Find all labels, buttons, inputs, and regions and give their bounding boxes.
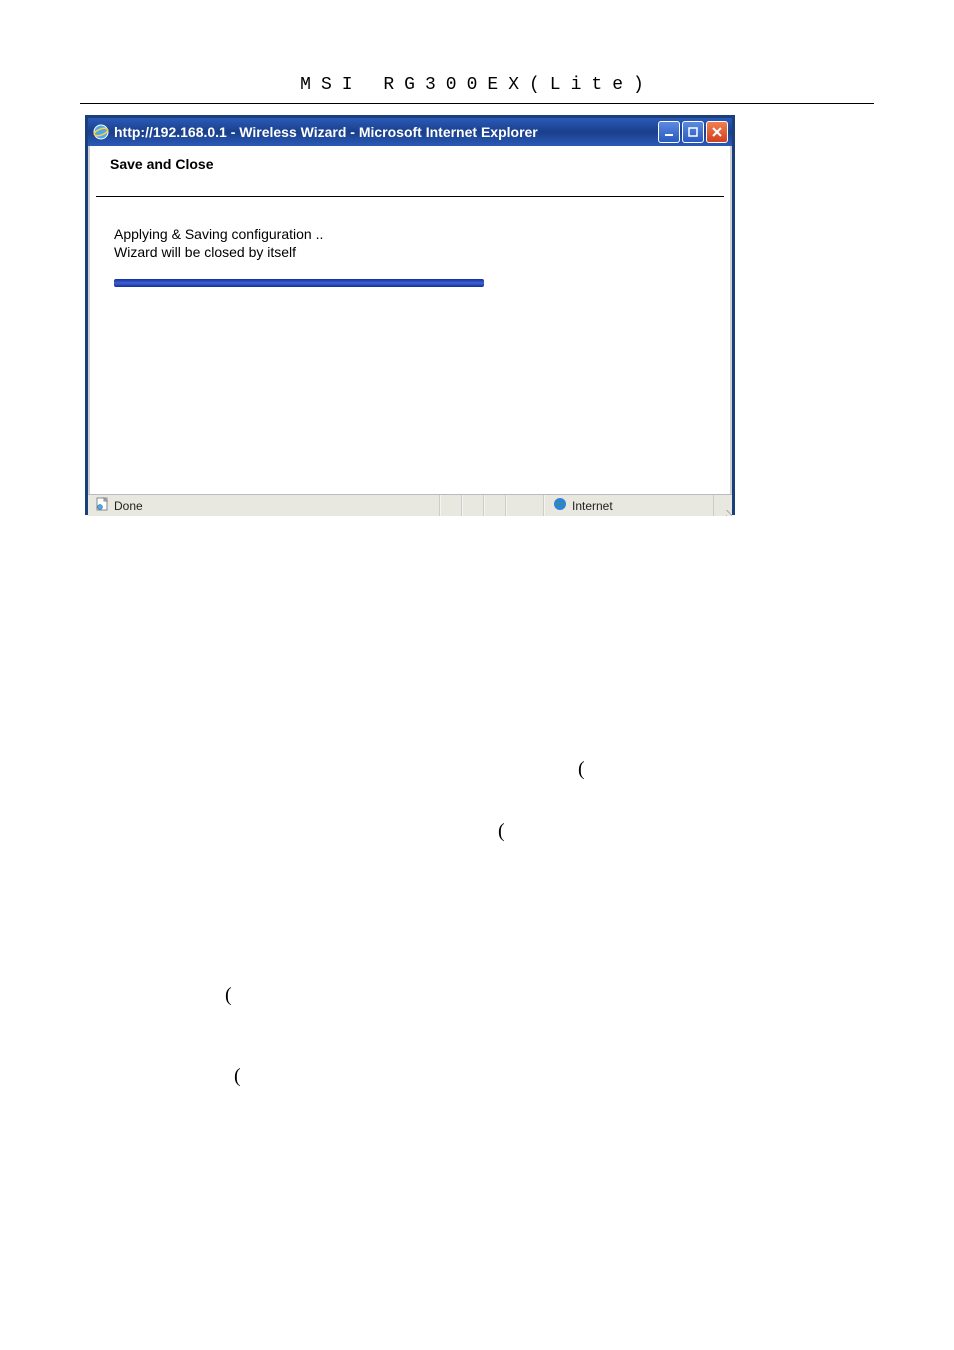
ie-icon [92, 123, 110, 141]
security-zone: Internet [544, 495, 714, 516]
window-statusbar: Done Internet [88, 494, 732, 516]
window-title: http://192.168.0.1 - Wireless Wizard - M… [114, 124, 654, 140]
window-controls [658, 121, 728, 143]
internet-zone-icon [553, 497, 567, 514]
status-cell-2 [462, 495, 484, 516]
paren-mark-4: ( [234, 1065, 241, 1088]
status-cell-4 [506, 495, 544, 516]
content-body: Applying & Saving configuration .. Wizar… [90, 197, 730, 271]
paren-mark-2: ( [498, 820, 505, 843]
progress-bar [114, 279, 484, 287]
progress-container [114, 279, 706, 287]
content-heading: Save and Close [96, 146, 724, 197]
status-left: Done [88, 495, 440, 516]
zone-text: Internet [572, 499, 613, 513]
window-titlebar: http://192.168.0.1 - Wireless Wizard - M… [88, 118, 732, 146]
status-line-1: Applying & Saving configuration .. [114, 225, 706, 243]
minimize-button[interactable] [658, 121, 680, 143]
paren-mark-1: ( [578, 758, 585, 781]
close-button[interactable] [706, 121, 728, 143]
page-header: MSI RG300EX(Lite) [80, 75, 874, 104]
status-cell-3 [484, 495, 506, 516]
ie-window: http://192.168.0.1 - Wireless Wizard - M… [85, 115, 735, 515]
page-title: MSI RG300EX(Lite) [300, 75, 654, 95]
paren-mark-3: ( [225, 984, 232, 1007]
status-line-2: Wizard will be closed by itself [114, 243, 706, 261]
status-text: Done [114, 499, 143, 513]
page-icon [94, 496, 110, 515]
resize-grip-icon[interactable] [714, 495, 732, 516]
maximize-button[interactable] [682, 121, 704, 143]
status-cell-1 [440, 495, 462, 516]
window-content: Save and Close Applying & Saving configu… [88, 146, 732, 494]
